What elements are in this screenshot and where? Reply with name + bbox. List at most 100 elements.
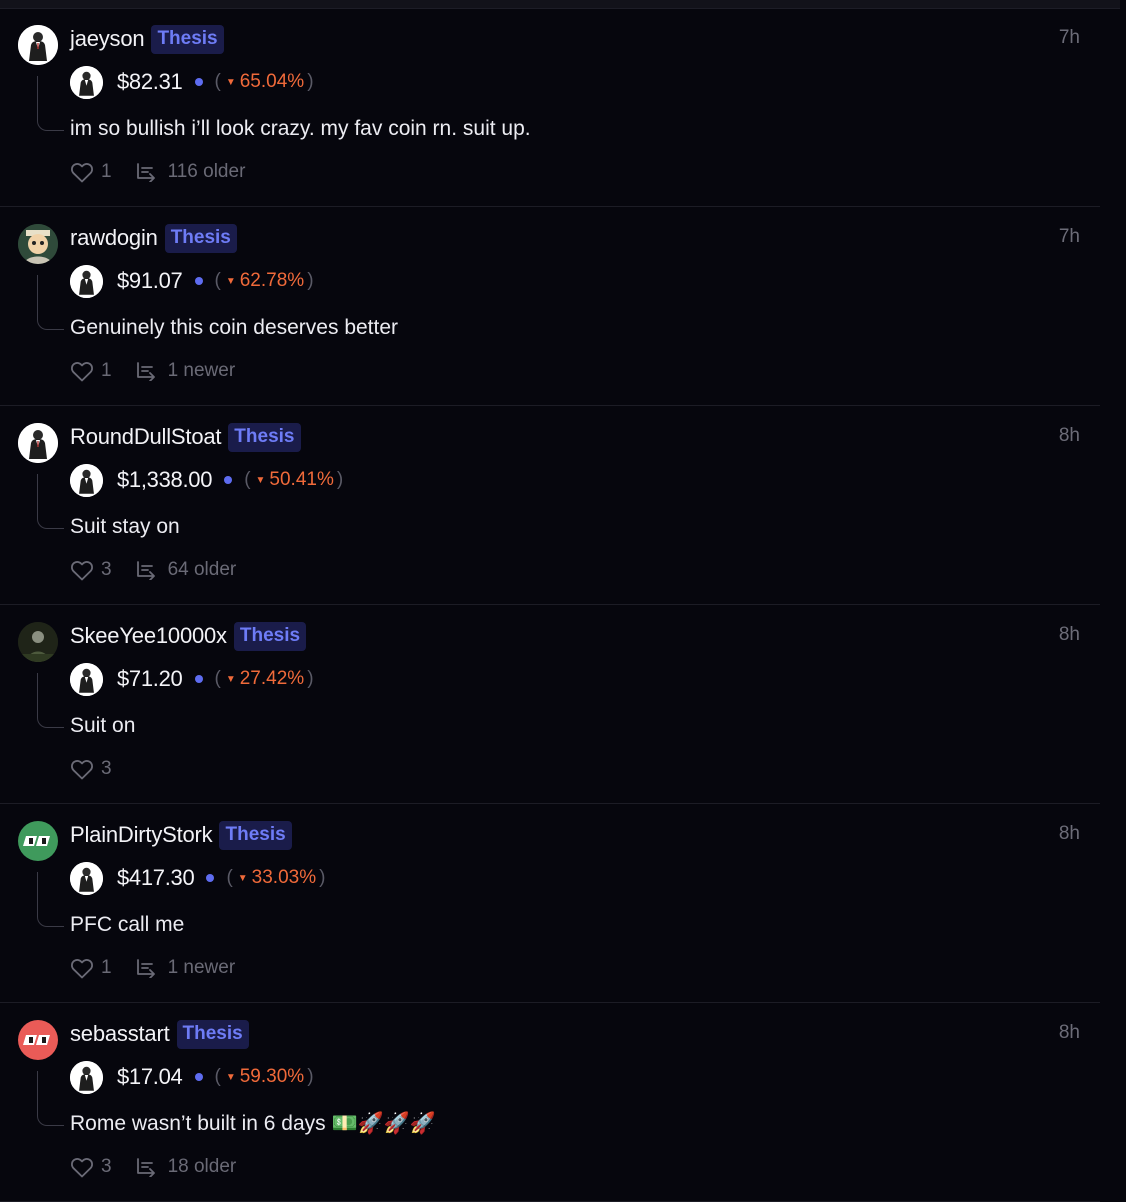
thesis-badge: Thesis [228, 422, 301, 452]
post-actions: 1 1 newer [70, 358, 235, 384]
coin-suit-figure-icon[interactable] [70, 861, 103, 895]
thread-nav-button[interactable]: 64 older [136, 559, 237, 581]
post-actions: 3 64 older [70, 557, 236, 583]
heart-icon [70, 360, 94, 382]
user-avatar[interactable] [18, 423, 58, 463]
down-triangle-icon: ▼ [225, 1071, 236, 1083]
like-count: 3 [101, 1156, 112, 1177]
comment-post: sebasstart Thesis 8h $17.04 ( ▼ 59.30% )… [0, 1003, 1100, 1202]
thread-connector-line [37, 275, 64, 330]
thread-reply-icon [136, 560, 160, 580]
coin-holding-row: $17.04 ( ▼ 59.30% ) [70, 1060, 314, 1094]
thread-reply-icon [136, 958, 160, 978]
coin-suit-figure-icon[interactable] [70, 65, 103, 99]
price-change: ( ▼ 59.30% ) [215, 1066, 314, 1088]
holding-price: $1,338.00 [117, 467, 213, 492]
thesis-badge: Thesis [233, 621, 307, 651]
heart-icon [70, 559, 94, 581]
comment-post: jaeyson Thesis 7h $82.31 ( ▼ 65.04% ) im… [0, 8, 1100, 207]
coin-holding-row: $82.31 ( ▼ 65.04% ) [70, 65, 314, 99]
like-button[interactable]: 1 [70, 957, 112, 979]
like-count: 3 [101, 758, 112, 779]
username-link[interactable]: rawdogin [70, 225, 158, 251]
thread-label: 1 newer [167, 360, 236, 381]
coin-suit-figure-icon[interactable] [70, 662, 103, 696]
price-change: ( ▼ 62.78% ) [215, 270, 314, 292]
post-header: sebasstart Thesis [70, 1019, 249, 1049]
user-avatar[interactable] [18, 25, 58, 65]
coin-suit-figure-icon[interactable] [70, 1060, 103, 1094]
coin-suit-figure-icon[interactable] [70, 264, 103, 298]
change-open-paren: ( [214, 668, 221, 689]
change-open-paren: ( [226, 867, 233, 888]
like-count: 1 [101, 360, 112, 381]
thread-nav-button[interactable]: 116 older [136, 161, 246, 183]
heart-icon [70, 1156, 94, 1178]
price-change: ( ▼ 50.41% ) [244, 469, 343, 491]
comment-post: RoundDullStoat Thesis 8h $1,338.00 ( ▼ 5… [0, 406, 1100, 605]
post-timestamp: 8h [1058, 624, 1080, 645]
heart-icon [70, 161, 94, 183]
change-open-paren: ( [214, 71, 221, 92]
change-percent: 59.30% [239, 1066, 305, 1087]
status-dot-icon [224, 476, 233, 484]
price-change: ( ▼ 27.42% ) [215, 668, 314, 690]
user-avatar[interactable] [18, 224, 58, 264]
post-header: RoundDullStoat Thesis [70, 422, 301, 452]
post-header: SkeeYee10000x Thesis [70, 621, 307, 651]
down-triangle-icon: ▼ [225, 673, 236, 685]
user-avatar[interactable] [18, 1020, 58, 1060]
thread-connector-line [37, 1071, 64, 1126]
comment-post: rawdogin Thesis 7h $91.07 ( ▼ 62.78% ) G… [0, 207, 1100, 406]
thread-nav-button[interactable]: 1 newer [136, 360, 236, 382]
status-dot-icon [194, 675, 203, 683]
post-header: jaeyson Thesis [70, 24, 224, 54]
coin-holding-row: $71.20 ( ▼ 27.42% ) [70, 662, 314, 696]
coin-holding-row: $91.07 ( ▼ 62.78% ) [70, 264, 314, 298]
thesis-badge: Thesis [176, 1019, 249, 1049]
user-avatar[interactable] [18, 821, 58, 861]
like-button[interactable]: 3 [70, 1156, 112, 1178]
like-count: 1 [101, 161, 112, 182]
thread-nav-button[interactable]: 18 older [136, 1156, 237, 1178]
post-actions: 1 1 newer [70, 955, 235, 981]
post-timestamp: 8h [1058, 1022, 1080, 1043]
thread-label: 116 older [167, 161, 246, 182]
username-link[interactable]: PlainDirtyStork [70, 822, 213, 848]
change-open-paren: ( [214, 1066, 221, 1087]
comment-feed: jaeyson Thesis 7h $82.31 ( ▼ 65.04% ) im… [0, 8, 1100, 1202]
coin-suit-figure-icon[interactable] [70, 463, 103, 497]
like-button[interactable]: 1 [70, 360, 112, 382]
down-triangle-icon: ▼ [225, 275, 236, 287]
thesis-badge: Thesis [164, 223, 237, 253]
username-link[interactable]: RoundDullStoat [70, 424, 221, 450]
change-percent: 65.04% [239, 71, 305, 92]
holding-price: $17.04 [117, 1064, 183, 1089]
post-text: Suit stay on [70, 515, 180, 538]
like-count: 1 [101, 957, 112, 978]
change-percent: 33.03% [251, 867, 317, 888]
like-button[interactable]: 1 [70, 161, 112, 183]
username-link[interactable]: sebasstart [70, 1021, 170, 1047]
post-text: Rome wasn’t built in 6 days 💵🚀🚀🚀 [70, 1112, 437, 1135]
change-percent: 27.42% [239, 668, 305, 689]
thread-label: 18 older [167, 1156, 237, 1177]
username-link[interactable]: SkeeYee10000x [70, 623, 227, 649]
like-button[interactable]: 3 [70, 758, 112, 780]
change-close-paren: ) [319, 867, 326, 888]
post-header: PlainDirtyStork Thesis [70, 820, 292, 850]
thread-nav-button[interactable]: 1 newer [136, 957, 235, 979]
post-timestamp: 7h [1058, 226, 1080, 247]
comment-post: PlainDirtyStork Thesis 8h $417.30 ( ▼ 33… [0, 804, 1100, 1003]
thread-connector-line [37, 76, 64, 131]
post-text: Suit on [70, 714, 136, 737]
post-header: rawdogin Thesis [70, 223, 237, 253]
status-dot-icon [194, 277, 203, 285]
like-button[interactable]: 3 [70, 559, 112, 581]
username-link[interactable]: jaeyson [70, 26, 145, 52]
thread-label: 64 older [167, 559, 237, 580]
post-text: PFC call me [70, 913, 185, 936]
change-close-paren: ) [336, 469, 344, 490]
comment-post: SkeeYee10000x Thesis 8h $71.20 ( ▼ 27.42… [0, 605, 1100, 804]
user-avatar[interactable] [18, 622, 58, 662]
